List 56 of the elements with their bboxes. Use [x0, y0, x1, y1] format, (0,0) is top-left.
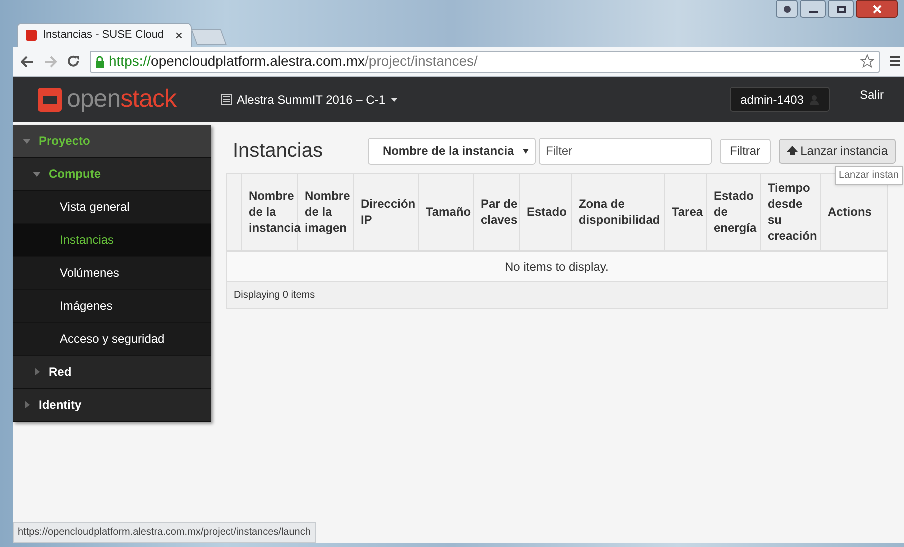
user-menu[interactable]: admin-1403	[730, 87, 830, 112]
sidebar-item[interactable]: Instancias	[13, 224, 211, 257]
tooltip: Lanzar instan	[834, 166, 903, 185]
sidebar-group-label: Proyecto	[39, 133, 90, 150]
sidebar-group[interactable]: Identity	[13, 389, 211, 422]
page-title: Instancias	[232, 139, 324, 164]
caret-right-icon	[33, 368, 41, 376]
user-icon	[810, 94, 819, 104]
sidebar-group[interactable]: Red	[13, 356, 211, 389]
back-icon[interactable]	[21, 56, 34, 68]
close-icon[interactable]: ×	[175, 26, 183, 46]
sidebar-group-label: Red	[49, 364, 72, 381]
filter-field[interactable]: Filter	[538, 138, 712, 164]
star-icon[interactable]	[860, 54, 875, 69]
list-icon	[221, 94, 232, 105]
minimize-icon[interactable]	[800, 0, 826, 18]
caret-down-icon	[23, 137, 31, 145]
launch-instance-button[interactable]: Lanzar instancia	[778, 138, 896, 164]
lock-icon	[95, 56, 105, 68]
sidebar-item[interactable]: Volúmenes	[13, 257, 211, 290]
sidebar-item[interactable]: Acceso y seguridad	[13, 323, 211, 356]
url-field[interactable]: https://opencloudplatform.alestra.com.mx/project/instances/	[90, 50, 880, 72]
sidebar-group-label: Compute	[49, 166, 101, 183]
tab-title: Instancias - SUSE Cloud	[43, 28, 166, 44]
column-header[interactable]: Par de claves	[474, 174, 520, 250]
sidebar-group[interactable]: Compute	[13, 158, 211, 191]
caret-down-icon	[390, 98, 398, 102]
user-icon[interactable]	[776, 0, 798, 18]
favicon-icon	[26, 30, 37, 41]
column-header[interactable]: Tiempo desde su creación	[760, 174, 821, 250]
table-footer: Displaying 0 items	[226, 282, 887, 308]
logo[interactable]: openstack	[38, 87, 221, 112]
column-header[interactable]: Tamaño	[418, 174, 474, 250]
upload-icon	[786, 146, 798, 156]
browser-tab[interactable]: Instancias - SUSE Cloud ×	[17, 23, 192, 47]
project-dropdown[interactable]: Alestra SummIT 2016 – C-1	[221, 90, 398, 108]
sidebar-group[interactable]: Proyecto	[13, 125, 211, 158]
filter-button[interactable]: Filtrar	[720, 138, 771, 164]
column-header[interactable]: Zona de disponibilidad	[572, 174, 665, 250]
sidebar-item[interactable]: Vista general	[13, 191, 211, 224]
column-header[interactable]: Dirección IP	[354, 174, 419, 250]
filter-select[interactable]: Nombre de la instancia	[368, 138, 536, 164]
sidebar-item[interactable]: Imágenes	[13, 290, 211, 323]
maximize-icon[interactable]	[828, 0, 854, 18]
column-header[interactable]: Estado	[520, 174, 572, 250]
reload-icon[interactable]	[67, 55, 80, 68]
column-header[interactable]: Estado de energía	[706, 174, 761, 250]
sidebar-group-label: Identity	[39, 397, 82, 414]
caret-down-icon	[522, 148, 529, 154]
logout-link[interactable]: Salir	[860, 86, 884, 104]
status-url: https://opencloudplatform.alestra.com.mx/project/instances/launch	[13, 522, 316, 543]
column-header[interactable]: Tarea	[664, 174, 707, 250]
menu-icon[interactable]	[890, 56, 900, 67]
caret-right-icon	[23, 401, 31, 409]
close-icon[interactable]	[856, 0, 898, 18]
caret-down-icon	[33, 170, 41, 178]
